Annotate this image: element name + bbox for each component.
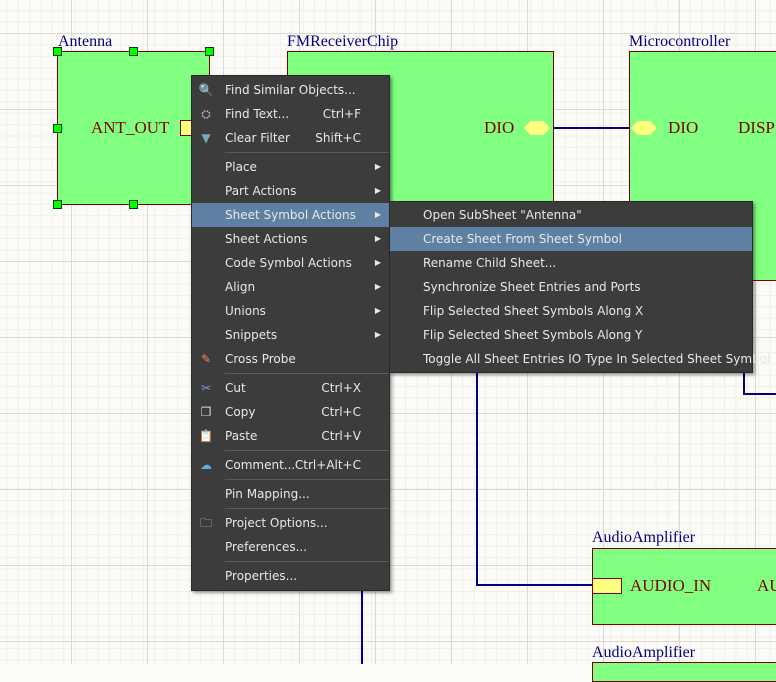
clear-filter-icon: ▼	[201, 131, 211, 145]
sheet-entry-label: DIO	[668, 118, 699, 137]
sheet-symbol-label: Antenna	[58, 33, 113, 50]
menu-item-project-options[interactable]: 🗀 Project Options...	[192, 511, 389, 535]
menu-item-preferences[interactable]: Preferences...	[192, 535, 389, 559]
menu-item-cross-probe[interactable]: ✎ Cross Probe	[192, 347, 389, 371]
selection-handle[interactable]	[53, 124, 62, 133]
comment-icon: ☁	[200, 458, 212, 472]
sheet-entry-label: DISP	[738, 118, 775, 137]
copy-icon: ❐	[200, 405, 212, 419]
menu-separator	[225, 450, 389, 451]
sheet-symbol-label: AudioAmplifier	[592, 529, 696, 546]
submenu-item-toggle-io-type[interactable]: Toggle All Sheet Entries IO Type In Sele…	[390, 347, 770, 371]
menu-item-paste[interactable]: 📋 Paste Ctrl+V	[192, 424, 389, 448]
wire[interactable]	[743, 393, 776, 395]
menu-item-place[interactable]: Place ▶	[192, 155, 389, 179]
sheet-symbol-label: FMReceiverChip	[287, 33, 399, 50]
submenu-item-flip-y[interactable]: Flip Selected Sheet Symbols Along Y	[390, 323, 752, 347]
chevron-right-icon: ▶	[374, 258, 381, 267]
selection-handle[interactable]	[129, 47, 138, 56]
selection-handle[interactable]	[53, 200, 62, 209]
menu-item-clear-filter[interactable]: ▼ Clear Filter Shift+C	[192, 126, 389, 150]
menu-item-sheet-actions[interactable]: Sheet Actions ▶	[192, 227, 389, 251]
menu-item-sheet-symbol-actions[interactable]: Sheet Symbol Actions ▶	[192, 203, 389, 227]
menu-item-properties[interactable]: Properties...	[192, 564, 389, 588]
menu-item-part-actions[interactable]: Part Actions ▶	[192, 179, 389, 203]
menu-item-cut[interactable]: ✂ Cut Ctrl+X	[192, 376, 389, 400]
menu-separator	[225, 479, 389, 480]
chevron-right-icon: ▶	[374, 282, 381, 291]
menu-item-code-symbol-actions[interactable]: Code Symbol Actions ▶	[192, 251, 389, 275]
chevron-right-icon: ▶	[374, 186, 381, 195]
menu-separator	[225, 561, 389, 562]
wire[interactable]	[361, 585, 363, 664]
chevron-right-icon: ▶	[374, 210, 381, 219]
menu-item-align[interactable]: Align ▶	[192, 275, 389, 299]
menu-item-unions[interactable]: Unions ▶	[192, 299, 389, 323]
sheet-entry-label: DIO	[484, 118, 515, 137]
chevron-right-icon: ▶	[374, 330, 381, 339]
sheet-symbol-actions-submenu: Open SubSheet "Antenna" Create Sheet Fro…	[389, 201, 770, 373]
sheet-entry-label: ANT_OUT	[91, 118, 170, 137]
selection-handle[interactable]	[205, 47, 214, 56]
sheet-entry-label: AU	[757, 576, 776, 595]
menu-item-snippets[interactable]: Snippets ▶	[192, 323, 389, 347]
paste-icon: 📋	[198, 429, 214, 443]
selection-handle[interactable]	[129, 200, 138, 209]
cross-probe-icon: ✎	[200, 352, 212, 366]
sheet-symbol-label: Microcontroller	[629, 33, 731, 50]
wire[interactable]	[553, 127, 630, 129]
project-options-icon: 🗀	[199, 516, 212, 530]
wire[interactable]	[476, 584, 593, 586]
scissors-icon: ✂	[200, 381, 212, 395]
binoculars-icon: ⛭	[201, 107, 211, 121]
magnifier-icon: 🔍	[198, 83, 214, 97]
submenu-item-open-subsheet[interactable]: Open SubSheet "Antenna"	[390, 203, 752, 227]
chevron-right-icon: ▶	[374, 234, 381, 243]
sheet-entry-label: AUDIO_IN	[630, 576, 712, 595]
context-menu: 🔍 Find Similar Objects... ⛭ Find Text... Ct…	[191, 75, 390, 591]
chevron-right-icon: ▶	[374, 162, 381, 171]
menu-item-comment[interactable]: ☁ Comment... Ctrl+Alt+C	[192, 453, 389, 477]
submenu-item-create-sheet-from-symbol[interactable]: Create Sheet From Sheet Symbol	[390, 227, 752, 251]
chevron-right-icon: ▶	[374, 306, 381, 315]
menu-item-find-similar-objects[interactable]: 🔍 Find Similar Objects...	[192, 78, 389, 102]
submenu-item-flip-x[interactable]: Flip Selected Sheet Symbols Along X	[390, 299, 752, 323]
menu-item-find-text[interactable]: ⛭ Find Text... Ctrl+F	[192, 102, 389, 126]
menu-separator	[225, 508, 389, 509]
selection-handle[interactable]	[53, 47, 62, 56]
menu-item-copy[interactable]: ❐ Copy Ctrl+C	[192, 400, 389, 424]
sheet-entry[interactable]	[592, 578, 622, 594]
menu-separator	[225, 152, 389, 153]
sheet-symbol-label: AudioAmplifier	[592, 644, 696, 661]
wire[interactable]	[476, 360, 478, 586]
submenu-item-rename-child-sheet[interactable]: Rename Child Sheet...	[390, 251, 752, 275]
submenu-item-synchronize-entries[interactable]: Synchronize Sheet Entries and Ports	[390, 275, 752, 299]
sheet-symbol-audioamplifier-2[interactable]	[592, 662, 776, 682]
menu-separator	[225, 373, 389, 374]
menu-item-pin-mapping[interactable]: Pin Mapping...	[192, 482, 389, 506]
